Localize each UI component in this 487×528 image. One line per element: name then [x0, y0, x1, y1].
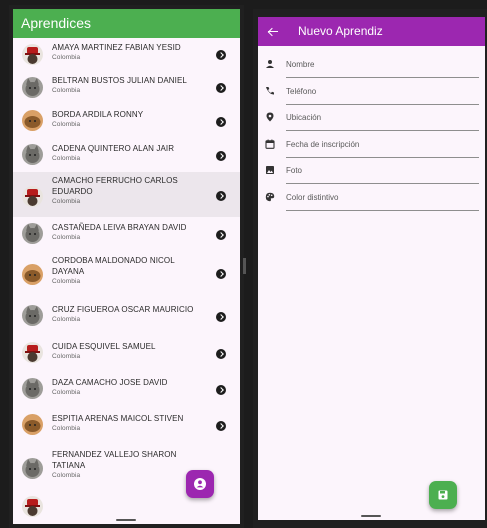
calendar-icon	[265, 139, 275, 149]
list-item[interactable]: BELTRAN BUSTOS JULIAN DANIEL Colombia	[13, 71, 240, 104]
avatar-red-hat	[22, 342, 43, 363]
list-item[interactable]: AMAYA MARTINEZ FABIAN YESID Colombia	[13, 38, 240, 71]
form-title: Nuevo Aprendiz	[298, 24, 383, 38]
avatar-red-hat	[22, 44, 43, 65]
arrow-right-circle-icon[interactable]	[216, 269, 226, 279]
avatar-gray-cat	[22, 458, 43, 479]
item-name: DAZA CAMACHO JOSE DAVID Colombia	[52, 378, 168, 396]
person-circle-icon	[194, 478, 206, 490]
avatar-gray-cat	[22, 144, 43, 165]
back-arrow-icon[interactable]	[268, 27, 278, 36]
item-name: CORDOBA MALDONADO NICOL DAYANA Colombia	[52, 256, 175, 285]
avatar-gray-cat	[22, 378, 43, 399]
item-name: CADENA QUINTERO ALAN JAIR Colombia	[52, 144, 175, 162]
arrow-right-circle-icon[interactable]	[216, 151, 226, 161]
list-item-selected[interactable]: CAMACHO FERRUCHO CARLOS EDUARDO Colombia	[13, 172, 240, 217]
save-icon	[438, 490, 448, 500]
avatar-orange-cat	[22, 414, 43, 435]
field-telefono[interactable]: Teléfono	[258, 79, 485, 105]
item-name: BORDA ARDILA RONNY Colombia	[52, 110, 144, 128]
arrow-right-circle-icon[interactable]	[216, 421, 226, 431]
image-icon	[266, 166, 274, 174]
avatar-red-hat	[22, 186, 43, 207]
avatar-red-hat	[22, 496, 43, 517]
arrow-right-circle-icon[interactable]	[216, 230, 226, 240]
list-item[interactable]: DAZA CAMACHO JOSE DAVID Colombia	[13, 371, 240, 407]
avatar-gray-cat	[22, 77, 43, 98]
list-item[interactable]: BORDA ARDILA RONNY Colombia	[13, 104, 240, 138]
avatar-orange-cat	[22, 110, 43, 131]
arrow-right-circle-icon[interactable]	[216, 349, 226, 359]
resize-handle[interactable]	[243, 258, 246, 274]
save-button[interactable]	[429, 481, 457, 509]
arrow-right-circle-icon[interactable]	[216, 50, 226, 60]
item-name: BELTRAN BUSTOS JULIAN DANIEL Colombia	[52, 76, 187, 94]
form-appbar: Nuevo Aprendiz	[258, 17, 485, 46]
item-name: CUIDA ESQUIVEL SAMUEL Colombia	[52, 342, 156, 360]
item-name: CRUZ FIGUEROA OSCAR MAURICIO Colombia	[52, 305, 194, 323]
list-item[interactable]: CUIDA ESQUIVEL SAMUEL Colombia	[13, 335, 240, 371]
palette-icon	[265, 192, 275, 202]
add-apprentice-button[interactable]	[186, 470, 214, 498]
phone-icon	[266, 87, 274, 95]
item-name: AMAYA MARTINEZ FABIAN YESID Colombia	[52, 43, 181, 61]
field-fecha-inscripcion[interactable]: Fecha de inscripción	[258, 132, 485, 158]
item-name: FERNANDEZ VALLEJO SHARON TATIANA Colombia	[52, 450, 177, 479]
list-screen: Aprendices AMAYA MARTINEZ FABIAN YESID Co…	[13, 9, 240, 524]
list-title: Aprendices	[21, 15, 92, 31]
avatar-gray-cat	[22, 305, 43, 326]
field-foto[interactable]: Foto	[258, 158, 485, 184]
field-ubicacion[interactable]: Ubicación	[258, 105, 485, 131]
arrow-right-circle-icon[interactable]	[216, 191, 226, 201]
person-icon	[266, 60, 274, 68]
arrow-right-circle-icon[interactable]	[216, 312, 226, 322]
arrow-right-circle-icon[interactable]	[216, 385, 226, 395]
item-name: CASTAÑEDA LEIVA BRAYAN DAVID Colombia	[52, 223, 187, 241]
home-indicator	[361, 515, 381, 517]
list-appbar: Aprendices	[13, 9, 240, 38]
arrow-right-circle-icon[interactable]	[216, 83, 226, 93]
list-item[interactable]: ESPITIA ARENAS MAICOL STIVEN Colombia	[13, 407, 240, 444]
avatar-orange-cat	[22, 264, 43, 285]
form-screen: Nuevo Aprendiz Nombre Teléfono Ubicación…	[258, 17, 485, 520]
item-name: ESPITIA ARENAS MAICOL STIVEN Colombia	[52, 414, 184, 432]
list-item[interactable]: CORDOBA MALDONADO NICOL DAYANA Colombia	[13, 251, 240, 297]
item-name: CAMACHO FERRUCHO CARLOS EDUARDO Colombia	[52, 176, 178, 205]
list-item[interactable]: CASTAÑEDA LEIVA BRAYAN DAVID Colombia	[13, 217, 240, 251]
location-icon	[266, 112, 274, 122]
field-color-distintivo[interactable]: Color distintivo	[258, 185, 485, 211]
apprentice-list[interactable]: AMAYA MARTINEZ FABIAN YESID Colombia BELT…	[13, 38, 240, 524]
home-indicator	[116, 519, 136, 521]
list-item[interactable]: CRUZ FIGUEROA OSCAR MAURICIO Colombia	[13, 297, 240, 335]
avatar-gray-cat	[22, 223, 43, 244]
field-nombre[interactable]: Nombre	[258, 52, 485, 78]
arrow-right-circle-icon[interactable]	[216, 117, 226, 127]
list-item[interactable]: CADENA QUINTERO ALAN JAIR Colombia	[13, 138, 240, 172]
